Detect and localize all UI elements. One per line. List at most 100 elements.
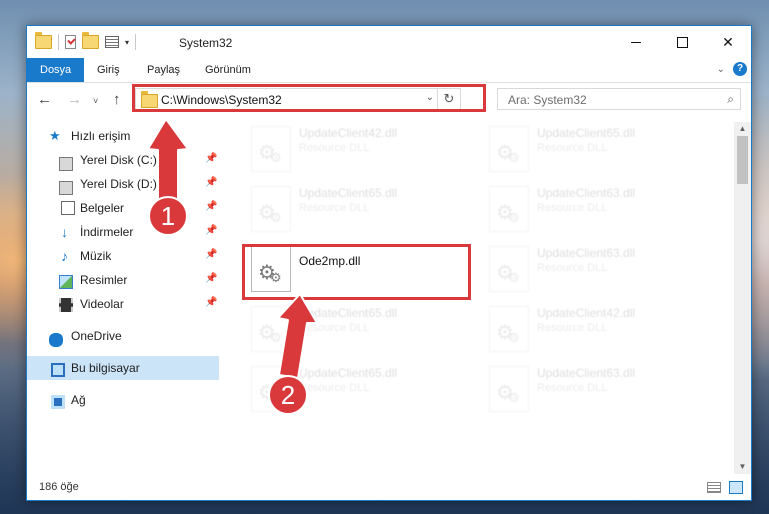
sidebar-item-label: Bu bilgisayar bbox=[71, 361, 140, 375]
pin-icon[interactable]: 📌 bbox=[205, 273, 217, 284]
minimize-icon bbox=[631, 41, 641, 43]
help-icon[interactable]: ? bbox=[733, 62, 747, 76]
gear-icon: ⚙ bbox=[270, 330, 282, 345]
sidebar-item-label: Belgeler bbox=[80, 201, 125, 215]
item-count: 186 öğe bbox=[39, 481, 79, 493]
file-item[interactable]: ⚙ ⚙ UpdateClient63.dll Resource DLL bbox=[483, 242, 707, 296]
back-button[interactable]: ← bbox=[37, 91, 52, 108]
file-description: Resource DLL bbox=[299, 202, 370, 214]
sidebar-item-onedrive[interactable]: OneDrive bbox=[27, 324, 219, 348]
forward-button[interactable]: → bbox=[67, 91, 82, 108]
sidebar-item-documents[interactable]: Belgeler 📌 bbox=[27, 196, 219, 220]
file-name: UpdateClient65.dll bbox=[299, 186, 398, 200]
file-item[interactable]: ⚙ ⚙ UpdateClient65.dll Resource DLL bbox=[245, 362, 469, 416]
properties-list-icon[interactable] bbox=[105, 36, 119, 48]
file-item[interactable]: ⚙ ⚙ UpdateClient63.dll Resource DLL bbox=[483, 182, 707, 236]
pin-icon[interactable]: 📌 bbox=[205, 177, 217, 188]
folder-icon[interactable] bbox=[35, 32, 52, 49]
sidebar-item-label: Yerel Disk (D:) bbox=[80, 177, 157, 191]
pin-icon[interactable]: 📌 bbox=[205, 201, 217, 212]
file-name: UpdateClient42.dll bbox=[299, 126, 398, 140]
file-highlight-box bbox=[242, 244, 471, 300]
dll-file-icon: ⚙ ⚙ bbox=[489, 126, 529, 172]
file-item[interactable]: ⚙ ⚙ UpdateClient63.dll Resource DLL bbox=[483, 362, 707, 416]
file-item[interactable]: ⚙ ⚙ UpdateClient65.dll Resource DLL bbox=[483, 122, 707, 176]
drive-icon bbox=[59, 157, 73, 171]
network-icon bbox=[51, 395, 65, 409]
file-description: Resource DLL bbox=[537, 262, 608, 274]
file-description: Resource DLL bbox=[537, 382, 608, 394]
dll-file-icon: ⚙ ⚙ bbox=[489, 246, 529, 292]
up-button[interactable]: ↑ bbox=[113, 91, 121, 108]
close-button[interactable]: ✕ bbox=[705, 26, 751, 58]
toolbar-separator bbox=[58, 34, 59, 50]
file-name: UpdateClient65.dll bbox=[299, 366, 398, 380]
recent-locations-chevron-icon[interactable]: ˅ bbox=[93, 96, 98, 106]
scroll-down-arrow-icon[interactable]: ▼ bbox=[734, 460, 751, 474]
customize-toolbar-chevron-icon[interactable]: ▾ bbox=[125, 38, 129, 47]
tab-share[interactable]: Paylaş bbox=[139, 58, 188, 82]
file-name: UpdateClient65.dll bbox=[299, 306, 398, 320]
sidebar-item-network[interactable]: Ağ bbox=[27, 388, 219, 412]
pin-icon[interactable]: 📌 bbox=[205, 297, 217, 308]
gear-icon: ⚙ bbox=[270, 390, 282, 405]
sidebar-item-music[interactable]: ♪ Müzik 📌 bbox=[27, 244, 219, 268]
scroll-up-arrow-icon[interactable]: ▲ bbox=[734, 122, 751, 136]
navigation-pane: ★ Hızlı erişim Yerel Disk (C:) 📌 Yerel D… bbox=[27, 122, 219, 474]
ribbon-tabs: Dosya Giriş Paylaş Görünüm ⌄ ? bbox=[27, 58, 751, 83]
sidebar-item-videos[interactable]: Videolar 📌 bbox=[27, 292, 219, 316]
sidebar-item-label: Yerel Disk (C:) bbox=[80, 153, 157, 167]
videos-icon bbox=[59, 298, 73, 312]
dll-file-icon: ⚙ ⚙ bbox=[251, 306, 291, 352]
tab-home[interactable]: Giriş bbox=[89, 58, 128, 82]
dll-file-icon: ⚙ ⚙ bbox=[251, 366, 291, 412]
pin-icon[interactable]: 📌 bbox=[205, 249, 217, 260]
quick-access-toolbar: ▾ bbox=[35, 32, 137, 50]
close-icon: ✕ bbox=[722, 33, 734, 50]
pin-icon[interactable]: 📌 bbox=[205, 225, 217, 236]
new-folder-icon[interactable] bbox=[82, 32, 99, 49]
expand-ribbon-chevron-icon[interactable]: ⌄ bbox=[717, 64, 725, 75]
dll-file-icon: ⚙ ⚙ bbox=[489, 306, 529, 352]
file-item[interactable]: ⚙ ⚙ UpdateClient42.dll Resource DLL bbox=[245, 122, 469, 176]
search-box[interactable]: Ara: System32 ⌕ bbox=[497, 88, 741, 110]
tab-file[interactable]: Dosya bbox=[27, 58, 85, 82]
maximize-button[interactable] bbox=[659, 26, 705, 58]
vertical-scrollbar[interactable]: ▲ ▼ bbox=[734, 122, 751, 474]
document-icon bbox=[61, 201, 75, 215]
sidebar-item-quick-access[interactable]: ★ Hızlı erişim bbox=[27, 124, 219, 148]
dll-file-icon: ⚙ ⚙ bbox=[489, 186, 529, 232]
scrollbar-thumb[interactable] bbox=[737, 136, 748, 184]
dll-file-icon: ⚙ ⚙ bbox=[251, 126, 291, 172]
properties-check-icon[interactable] bbox=[65, 35, 76, 49]
file-item[interactable]: ⚙ ⚙ UpdateClient65.dll Resource DLL bbox=[245, 182, 469, 236]
pin-icon[interactable]: 📌 bbox=[205, 153, 217, 164]
navigation-bar: ← → ˅ ↑ C:\Windows\System32 ⌄ ↻ Ara: Sys… bbox=[27, 83, 751, 117]
title-bar: ▾ System32 ✕ bbox=[27, 26, 751, 58]
gear-icon: ⚙ bbox=[508, 330, 520, 345]
sidebar-item-this-pc[interactable]: Bu bilgisayar bbox=[27, 356, 219, 380]
status-bar: 186 öğe bbox=[27, 476, 751, 500]
tab-view[interactable]: Görünüm bbox=[197, 58, 259, 82]
file-name: UpdateClient42.dll bbox=[537, 306, 636, 320]
search-input[interactable]: Ara: System32 bbox=[508, 93, 587, 107]
sidebar-item-label: Videolar bbox=[80, 297, 124, 311]
search-icon[interactable]: ⌕ bbox=[727, 92, 734, 107]
minimize-button[interactable] bbox=[613, 26, 659, 58]
drive-icon bbox=[59, 181, 73, 195]
file-item[interactable]: ⚙ ⚙ UpdateClient65.dll Resource DLL bbox=[245, 302, 469, 356]
sidebar-item-label: Ağ bbox=[71, 393, 86, 407]
maximize-icon bbox=[676, 36, 688, 48]
sidebar-item-local-disk-d[interactable]: Yerel Disk (D:) 📌 bbox=[27, 172, 219, 196]
sidebar-item-local-disk-c[interactable]: Yerel Disk (C:) 📌 bbox=[27, 148, 219, 172]
large-icons-view-icon[interactable] bbox=[729, 481, 743, 494]
file-item[interactable]: ⚙ ⚙ UpdateClient42.dll Resource DLL bbox=[483, 302, 707, 356]
file-name: UpdateClient63.dll bbox=[537, 186, 636, 200]
sidebar-item-pictures[interactable]: Resimler 📌 bbox=[27, 268, 219, 292]
sidebar-item-label: OneDrive bbox=[71, 329, 122, 343]
dll-file-icon: ⚙ ⚙ bbox=[489, 366, 529, 412]
details-view-icon[interactable] bbox=[707, 482, 721, 493]
star-icon: ★ bbox=[49, 128, 61, 143]
file-description: Resource DLL bbox=[537, 202, 608, 214]
sidebar-item-downloads[interactable]: ↓ İndirmeler 📌 bbox=[27, 220, 219, 244]
